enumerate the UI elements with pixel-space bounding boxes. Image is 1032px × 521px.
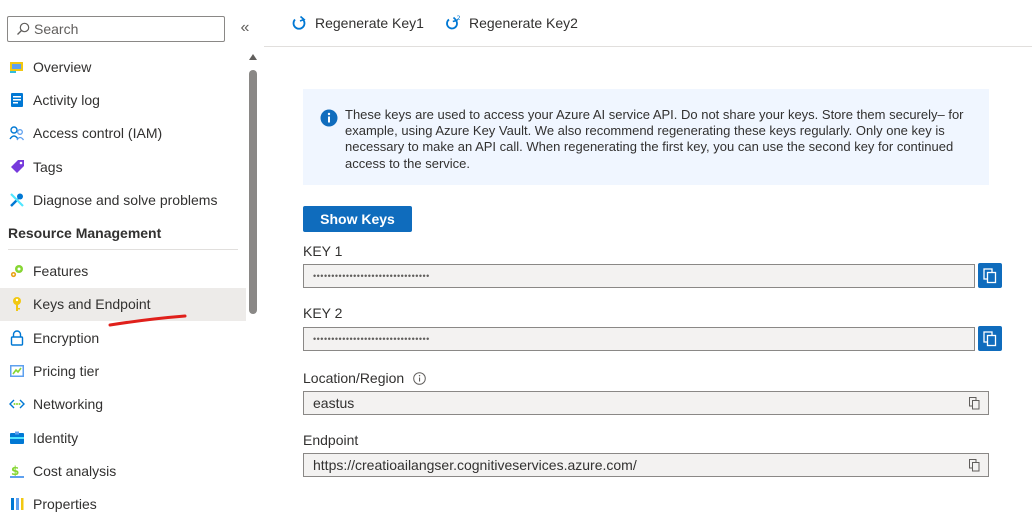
copy-key1-button[interactable]: [978, 263, 1002, 288]
svg-text:2: 2: [456, 14, 460, 22]
sidebar-item-label: Access control (IAM): [33, 125, 163, 142]
sidebar-item-label: Identity: [33, 429, 79, 446]
sidebar-item-networking[interactable]: Networking: [0, 388, 246, 421]
key2-label: KEY 2: [303, 305, 343, 321]
section-header-resource-management: Resource Management: [8, 224, 162, 241]
sidebar-item-label: Properties: [33, 496, 97, 513]
sidebar-scrollbar[interactable]: [247, 50, 259, 521]
key1-value: ••••••••••••••••••••••••••••••••: [313, 271, 430, 281]
location-region-value: eastus: [313, 395, 355, 411]
endpoint-label: Endpoint: [303, 432, 359, 448]
sidebar-item-access-control[interactable]: Access control (IAM): [0, 117, 246, 150]
refresh-2-icon: 2: [446, 14, 461, 30]
sidebar-item-label: Networking: [33, 396, 104, 413]
info-tooltip-icon[interactable]: [413, 371, 426, 385]
sidebar-item-label: Encryption: [33, 329, 100, 346]
endpoint-value: https://creatioailangser.cognitiveservic…: [313, 457, 637, 473]
key1-field[interactable]: ••••••••••••••••••••••••••••••••: [303, 264, 975, 288]
refresh-icon: [292, 15, 306, 30]
sidebar-item-identity[interactable]: Identity: [0, 421, 246, 454]
tag-icon: [8, 158, 26, 176]
red-underline-annotation: [108, 314, 187, 327]
copy-endpoint-icon[interactable]: [969, 459, 980, 472]
sidebar-item-properties[interactable]: Properties: [0, 488, 246, 521]
activity-log-icon: [8, 91, 26, 109]
show-keys-button[interactable]: Show Keys: [303, 206, 412, 232]
sidebar-item-label: Features: [33, 263, 89, 280]
search-icon: [17, 22, 30, 35]
sidebar-item-label: Tags: [33, 158, 63, 175]
copy-icon: [983, 267, 997, 283]
command-bar: Regenerate Key1 2 Regenerate Key2: [264, 0, 1032, 47]
regenerate-key1-label: Regenerate Key1: [315, 15, 424, 31]
regenerate-key2-button[interactable]: 2 Regenerate Key2: [444, 14, 578, 32]
location-region-label: Location/Region: [303, 370, 426, 386]
sidebar-item-overview[interactable]: Overview: [0, 50, 246, 83]
pricing-icon: [8, 362, 26, 380]
sidebar-item-label: Overview: [33, 58, 92, 75]
key-icon: [8, 295, 26, 313]
sidebar-item-label: Diagnose and solve problems: [33, 191, 218, 208]
sidebar-item-label: Pricing tier: [33, 363, 100, 380]
sidebar-item-diagnose[interactable]: Diagnose and solve problems: [0, 183, 246, 216]
sidebar-item-cost-analysis[interactable]: $ Cost analysis: [0, 454, 246, 487]
copy-icon: [983, 330, 997, 346]
sidebar-item-activity-log[interactable]: Activity log: [0, 83, 246, 116]
regenerate-key1-button[interactable]: Regenerate Key1: [290, 14, 424, 32]
key2-field[interactable]: ••••••••••••••••••••••••••••••••: [303, 327, 975, 351]
info-text: These keys are used to access your Azure…: [345, 107, 964, 171]
search-box[interactable]: [7, 16, 225, 42]
info-icon: [320, 109, 338, 127]
sidebar: « Overview Activity log Access control (…: [0, 0, 264, 521]
location-region-field[interactable]: eastus: [303, 391, 989, 415]
endpoint-field[interactable]: https://creatioailangser.cognitiveservic…: [303, 453, 989, 477]
sidebar-item-tags[interactable]: Tags: [0, 150, 246, 183]
iam-icon: [8, 124, 26, 142]
collapse-sidebar-button[interactable]: «: [237, 17, 253, 39]
lock-icon: [8, 329, 26, 347]
info-message-bar: These keys are used to access your Azure…: [303, 89, 989, 185]
key1-label: KEY 1: [303, 243, 343, 259]
features-icon: [8, 262, 26, 280]
section-divider: [8, 249, 238, 251]
sidebar-item-features[interactable]: Features: [0, 254, 246, 287]
overview-icon: [8, 58, 26, 76]
sidebar-item-label: Activity log: [33, 91, 100, 108]
sidebar-item-pricing-tier[interactable]: Pricing tier: [0, 354, 246, 387]
networking-icon: [8, 395, 26, 413]
copy-location-icon[interactable]: [969, 397, 980, 410]
identity-icon: [8, 429, 26, 447]
scroll-thumb[interactable]: [249, 70, 257, 314]
properties-icon: [8, 495, 26, 513]
location-region-text: Location/Region: [303, 370, 405, 386]
sidebar-item-label: Cost analysis: [33, 462, 117, 479]
wrench-icon: [8, 191, 26, 209]
search-input[interactable]: [34, 21, 214, 37]
sidebar-item-label: Keys and Endpoint: [33, 296, 151, 313]
regenerate-key2-label: Regenerate Key2: [468, 15, 578, 31]
svg-text:$: $: [11, 464, 19, 478]
copy-key2-button[interactable]: [978, 326, 1002, 351]
nav-list: Overview Activity log Access control (IA…: [0, 50, 246, 521]
cost-icon: $: [8, 462, 26, 480]
scroll-up-arrow-icon[interactable]: [249, 54, 257, 60]
key2-value: ••••••••••••••••••••••••••••••••: [313, 334, 430, 344]
